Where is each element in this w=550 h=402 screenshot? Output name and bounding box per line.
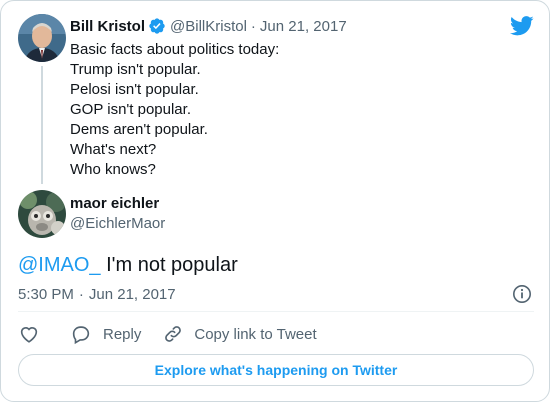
parent-author-name[interactable]: Bill Kristol: [70, 18, 145, 35]
reply-author-avatar[interactable]: [18, 190, 66, 238]
mention-link[interactable]: @IMAO_: [18, 254, 101, 276]
tweet-text-line: Who knows?: [70, 161, 156, 178]
thread-connector-line: [41, 66, 43, 184]
reply-timestamp[interactable]: 5:30 PM · Jun 21, 2017: [18, 284, 176, 304]
parent-author-avatar[interactable]: [18, 14, 66, 62]
tweet-text-line: Basic facts about politics today:: [70, 41, 280, 58]
tweet-embed-card: Bill Kristol @BillKristol · Jun 21, 2017…: [0, 0, 550, 402]
reply-time[interactable]: 5:30 PM: [18, 286, 74, 303]
comment-icon: [70, 323, 92, 345]
twitter-bird-icon[interactable]: [510, 16, 534, 36]
header-separator: ·: [250, 17, 256, 35]
meta-separator: ·: [78, 285, 84, 303]
parent-tweet-text: Basic facts about politics today: Trump …: [70, 40, 279, 180]
tweet-text-line: What's next?: [70, 141, 157, 158]
like-button[interactable]: [18, 323, 40, 345]
copy-link-label: Copy link to Tweet: [194, 325, 317, 343]
heart-icon: [18, 323, 40, 345]
reply-author-name[interactable]: maor eichler: [70, 195, 159, 212]
reply-date[interactable]: Jun 21, 2017: [89, 286, 176, 303]
explore-twitter-button[interactable]: Explore what's happening on Twitter: [18, 354, 534, 386]
copy-link-button[interactable]: Copy link to Tweet: [163, 324, 317, 344]
reply-tweet-text: @IMAO_ I'm not popular: [18, 252, 238, 278]
actions-divider: [18, 311, 534, 312]
parent-tweet-header: Bill Kristol @BillKristol · Jun 21, 2017: [70, 16, 347, 36]
parent-author-handle[interactable]: @BillKristol: [170, 18, 247, 35]
tweet-text-line: Trump isn't popular.: [70, 61, 201, 78]
parent-tweet-date[interactable]: Jun 21, 2017: [260, 18, 347, 35]
reply-label: Reply: [103, 325, 142, 343]
reply-author-handle[interactable]: @EichlerMaor: [70, 215, 165, 232]
tweet-text-line: Dems aren't popular.: [70, 121, 208, 138]
verified-badge-icon: [148, 17, 166, 35]
link-icon: [163, 324, 183, 344]
tweet-actions-bar: Reply Copy link to Tweet: [18, 322, 317, 346]
info-icon[interactable]: [512, 284, 532, 304]
tweet-text-line: Pelosi isn't popular.: [70, 81, 199, 98]
tweet-text-line: GOP isn't popular.: [70, 101, 191, 118]
reply-text-body: I'm not popular: [100, 254, 238, 276]
reply-button[interactable]: Reply: [70, 323, 141, 345]
